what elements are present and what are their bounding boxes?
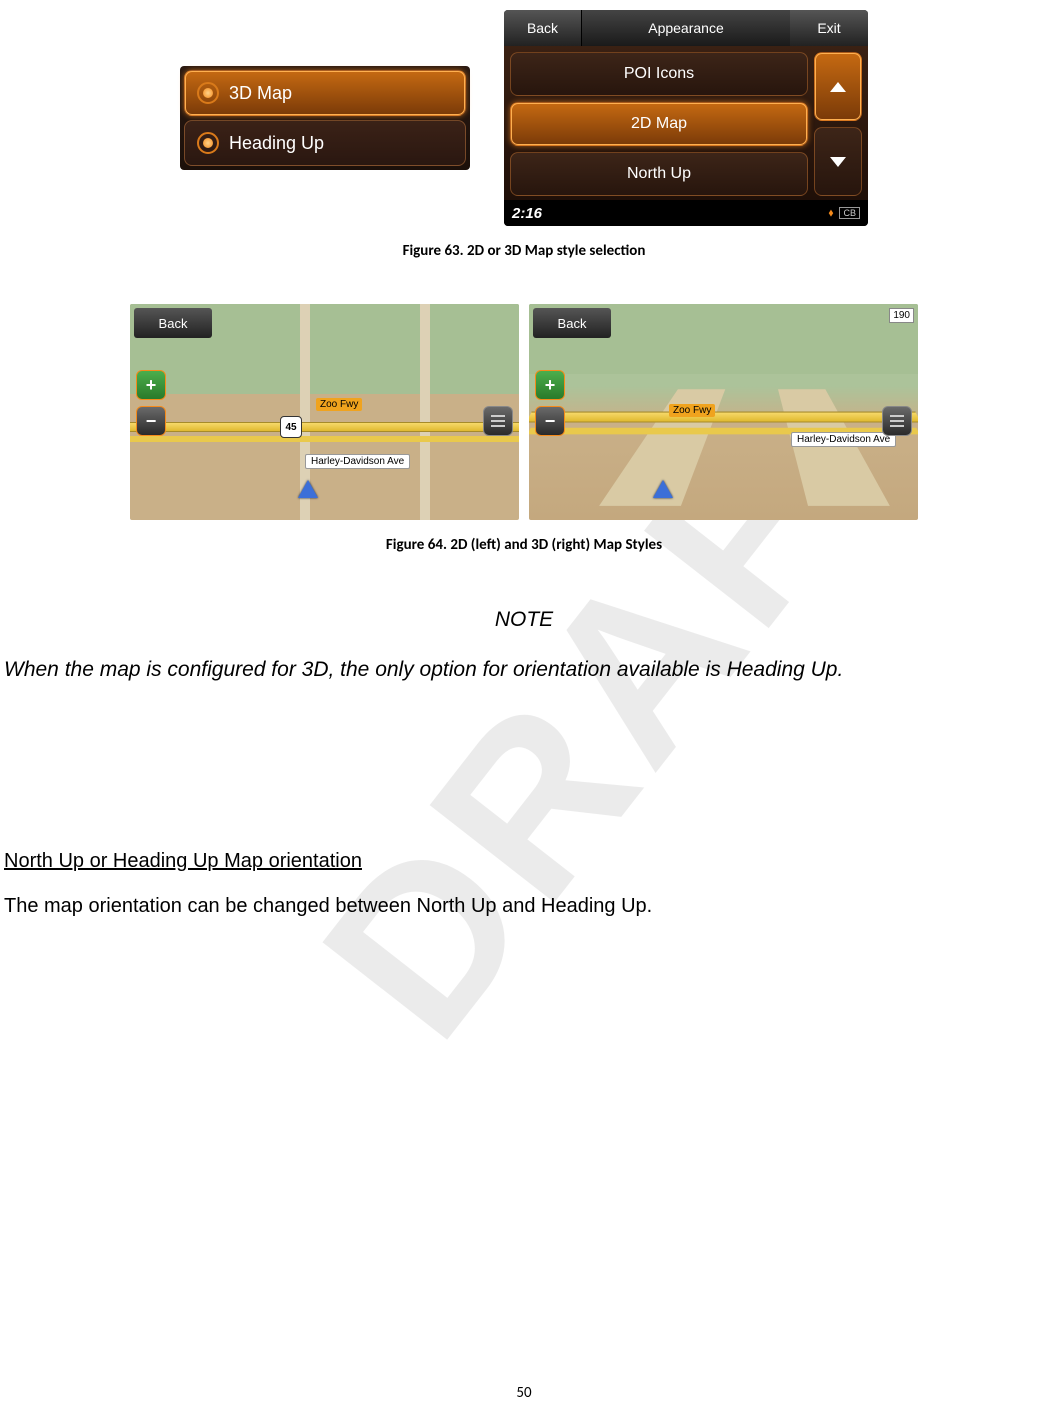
appearance-screen: Back Appearance Exit POI Icons 2D Map No… — [504, 10, 868, 226]
street-label: Harley-Davidson Ave — [791, 432, 896, 447]
radio-icon — [197, 132, 219, 154]
zoom-in-button[interactable]: + — [535, 370, 565, 400]
scroll-up-button[interactable] — [814, 52, 862, 121]
highway-shield: 45 — [280, 416, 302, 438]
route-badge: 190 — [889, 308, 914, 323]
chevron-up-icon — [830, 82, 846, 92]
zoom-controls: + − — [136, 370, 166, 436]
zoom-in-button[interactable]: + — [136, 370, 166, 400]
scroll-arrows — [814, 52, 862, 196]
exit-button[interactable]: Exit — [790, 10, 868, 46]
map-back-button[interactable]: Back — [533, 308, 611, 338]
screen-title: Appearance — [582, 10, 790, 46]
item-north-up[interactable]: North Up — [510, 152, 808, 196]
item-2d-map[interactable]: 2D Map — [510, 102, 808, 146]
map-back-button[interactable]: Back — [134, 308, 212, 338]
status-bar: 2:16 ⬧ CB — [504, 200, 868, 226]
section-body: The map orientation can be changed betwe… — [0, 895, 1048, 918]
zoom-out-button[interactable]: − — [535, 406, 565, 436]
option-heading-up[interactable]: Heading Up — [184, 120, 466, 166]
item-poi-icons[interactable]: POI Icons — [510, 52, 808, 96]
option-label: Heading Up — [229, 133, 324, 154]
back-button[interactable]: Back — [504, 10, 582, 46]
radio-icon — [197, 82, 219, 104]
appearance-header: Back Appearance Exit — [504, 10, 868, 46]
zoom-out-button[interactable]: − — [136, 406, 166, 436]
map-2d-view: 45 Zoo Fwy Harley-Davidson Ave Back + − — [130, 304, 519, 520]
figure-64-caption: Figure 64. 2D (left) and 3D (right) Map … — [0, 536, 1048, 554]
scroll-down-button[interactable] — [814, 127, 862, 196]
appearance-body: POI Icons 2D Map North Up — [504, 46, 868, 200]
figure-63: 3D Map Heading Up Back Appearance Exit P… — [0, 0, 1048, 226]
appearance-list: POI Icons 2D Map North Up — [510, 52, 808, 196]
exit-label: Zoo Fwy — [669, 404, 715, 417]
chevron-down-icon — [830, 157, 846, 167]
appearance-snippet: 3D Map Heading Up — [180, 66, 470, 170]
figure-63-caption: Figure 63. 2D or 3D Map style selection — [0, 242, 1048, 260]
option-3d-map[interactable]: 3D Map — [184, 70, 466, 116]
position-arrow-icon — [653, 480, 673, 498]
page-number: 50 — [0, 1384, 1048, 1402]
map-3d-view: Zoo Fwy Harley-Davidson Ave 190 Back + − — [529, 304, 918, 520]
section-heading: North Up or Heading Up Map orientation — [0, 850, 1048, 873]
note-body: When the map is configured for 3D, the o… — [0, 658, 1048, 682]
figure-64: 45 Zoo Fwy Harley-Davidson Ave Back + − … — [0, 304, 1048, 520]
street-label: Harley-Davidson Ave — [305, 454, 410, 469]
hd-icon: ⬧ — [829, 207, 834, 220]
position-arrow-icon — [298, 480, 318, 498]
map-menu-button[interactable] — [882, 406, 912, 436]
exit-label: Zoo Fwy — [316, 398, 362, 411]
map-menu-button[interactable] — [483, 406, 513, 436]
note-heading: NOTE — [0, 608, 1048, 632]
zoom-controls: + − — [535, 370, 565, 436]
cb-badge: CB — [839, 207, 860, 219]
option-label: 3D Map — [229, 83, 292, 104]
clock: 2:16 — [512, 205, 542, 222]
